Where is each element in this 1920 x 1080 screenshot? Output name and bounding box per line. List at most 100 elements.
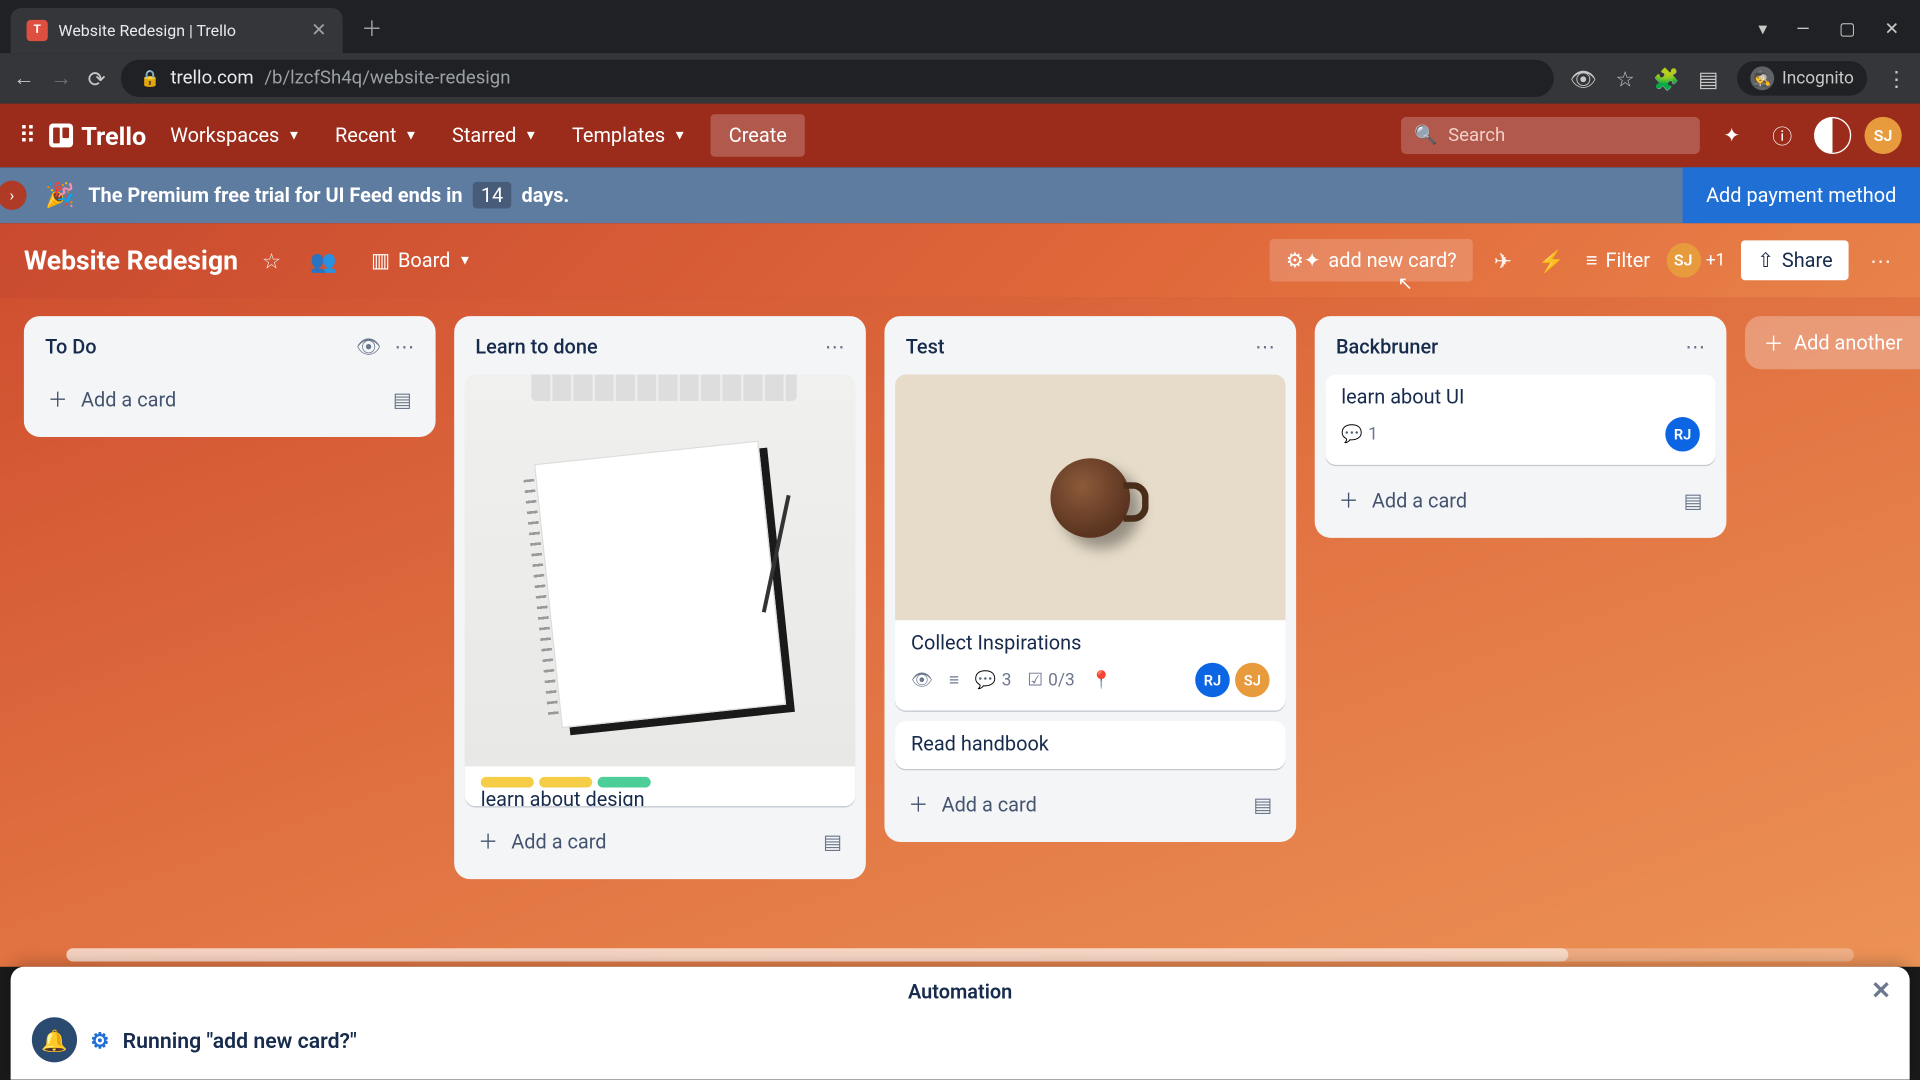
lock-icon: 🔒 <box>140 69 160 88</box>
search-input[interactable]: 🔍Search <box>1401 117 1700 154</box>
minimize-icon[interactable]: — <box>1796 20 1809 40</box>
window-controls: ▾ — ▢ ✕ <box>1758 20 1920 53</box>
card-cover <box>465 374 855 766</box>
rocket-icon[interactable]: ✈ <box>1489 242 1517 278</box>
board-canvas[interactable]: To Do 👁 ⋯ ＋Add a card▤ Learn to done ⋯ lear… <box>0 297 1920 966</box>
list-menu-icon[interactable]: ⋯ <box>394 335 414 359</box>
menu-recent[interactable]: Recent▼ <box>324 116 428 156</box>
list-menu-icon[interactable]: ⋯ <box>1685 335 1705 359</box>
gear-icon: ⚙ <box>90 1027 109 1052</box>
location-icon: 📍 <box>1091 670 1112 690</box>
close-tab-icon[interactable]: ✕ <box>311 20 327 41</box>
list-menu-icon[interactable]: ⋯ <box>825 335 845 359</box>
card[interactable]: learn about design <box>465 374 855 806</box>
member-avatar: SJ <box>1666 243 1701 278</box>
back-icon[interactable]: ← <box>13 65 34 92</box>
bolt-icon[interactable]: ⚡ <box>1533 242 1570 278</box>
add-list-button[interactable]: ＋Add another <box>1745 316 1920 369</box>
incognito-badge[interactable]: 🕵Incognito <box>1737 61 1867 96</box>
filter-button[interactable]: ≡Filter <box>1586 248 1650 272</box>
menu-workspaces[interactable]: Workspaces▼ <box>160 116 312 156</box>
close-icon[interactable]: ✕ <box>1871 977 1891 1005</box>
board-view-switcher[interactable]: ▥Board▼ <box>361 242 483 279</box>
chevron-down-icon: ▼ <box>287 128 300 143</box>
filter-icon: ≡ <box>1586 248 1598 272</box>
add-card-button[interactable]: ＋Add a card▤ <box>35 374 425 423</box>
template-icon[interactable]: ▤ <box>1253 792 1272 816</box>
automation-add-card-button[interactable]: ⚙✦ add new card? ↖ <box>1270 239 1473 281</box>
label-icon[interactable] <box>598 777 651 788</box>
card[interactable]: Collect Inspirations 👁 ≡ 💬 3 ☑ 0/3 📍 RJ … <box>895 374 1285 710</box>
butler-icon: 🔔 <box>32 1017 77 1062</box>
watch-icon[interactable]: 👁 <box>356 335 381 359</box>
list-title[interactable]: Test <box>906 335 945 359</box>
party-icon: 🎉 <box>45 181 75 209</box>
apps-grid-icon[interactable]: ⠿ <box>19 122 37 150</box>
user-avatar[interactable]: SJ <box>1865 117 1902 154</box>
trello-logo[interactable]: Trello <box>49 120 146 151</box>
trello-logo-icon <box>49 124 73 148</box>
forward-icon[interactable]: → <box>50 65 71 92</box>
extensions-icon[interactable]: 🧩 <box>1653 66 1679 91</box>
side-panel-icon[interactable]: ▤ <box>1698 66 1718 91</box>
url-field[interactable]: 🔒 trello.com/b/lzcfSh4q/website-redesign <box>121 60 1554 97</box>
trello-favicon: T <box>27 20 48 41</box>
list-test: Test ⋯ Collect Inspirations 👁 ≡ 💬 3 ☑ 0/3… <box>884 316 1296 842</box>
plus-icon: ＋ <box>1764 329 1784 357</box>
kebab-menu-icon[interactable]: ⋮ <box>1886 66 1907 91</box>
create-button[interactable]: Create <box>710 114 805 156</box>
member-avatar[interactable]: RJ <box>1195 663 1230 698</box>
chevron-down-icon[interactable]: ▾ <box>1758 20 1767 40</box>
reload-icon[interactable]: ⟳ <box>88 66 106 91</box>
template-icon[interactable]: ▤ <box>823 829 842 853</box>
menu-templates[interactable]: Templates▼ <box>561 116 697 156</box>
browser-address-bar: ← → ⟳ 🔒 trello.com/b/lzcfSh4q/website-re… <box>0 53 1920 103</box>
share-icon: ⇧ <box>1757 248 1774 272</box>
mouse-cursor-icon: ↖ <box>1397 274 1413 295</box>
star-icon[interactable]: ☆ <box>1615 66 1634 91</box>
help-icon[interactable]: ⓘ <box>1764 117 1801 154</box>
card[interactable]: Read handbook <box>895 721 1285 769</box>
board-members[interactable]: SJ+1 <box>1666 243 1725 278</box>
board-title[interactable]: Website Redesign <box>24 244 238 276</box>
trello-topbar: ⠿ Trello Workspaces▼ Recent▼ Starred▼ Te… <box>0 104 1920 168</box>
add-card-button[interactable]: ＋Add a card▤ <box>1325 475 1715 524</box>
browser-tab[interactable]: T Website Redesign | Trello ✕ <box>11 8 343 53</box>
star-board-icon[interactable]: ☆ <box>257 242 287 278</box>
label-icon[interactable] <box>539 777 592 788</box>
list-menu-icon[interactable]: ⋯ <box>1255 335 1275 359</box>
expand-sidebar-button[interactable]: › <box>0 181 27 210</box>
template-icon[interactable]: ▤ <box>1684 488 1703 512</box>
list-backbruner: Backbruner ⋯ learn about UI 💬 1 RJ ＋Add a… <box>1315 316 1727 538</box>
comments-badge: 💬 3 <box>975 670 1012 690</box>
share-button[interactable]: ⇧Share <box>1741 240 1848 280</box>
add-card-button[interactable]: ＋Add a card▤ <box>465 817 855 866</box>
list-title[interactable]: Learn to done <box>475 335 597 359</box>
list-learn-to-done: Learn to done ⋯ learn about design ＋Add a… <box>454 316 866 879</box>
template-icon[interactable]: ▤ <box>393 387 412 411</box>
member-avatar[interactable]: SJ <box>1235 663 1270 698</box>
member-avatar[interactable]: RJ <box>1665 417 1700 452</box>
add-payment-button[interactable]: Add payment method <box>1682 167 1920 223</box>
card-title: learn about UI <box>1341 385 1700 409</box>
eye-off-icon[interactable]: 👁︎ <box>1570 66 1597 91</box>
close-window-icon[interactable]: ✕ <box>1885 20 1899 40</box>
horizontal-scrollbar[interactable] <box>66 948 1853 961</box>
new-tab-button[interactable]: ＋ <box>361 11 382 43</box>
menu-starred[interactable]: Starred▼ <box>441 116 548 156</box>
board-header: Website Redesign ☆ 👥 ▥Board▼ ⚙✦ add new … <box>0 223 1920 297</box>
plus-icon: ＋ <box>48 385 68 413</box>
url-path: /b/lzcfSh4q/website-redesign <box>264 68 510 89</box>
compass-icon[interactable]: ✦ <box>1713 117 1750 154</box>
label-icon[interactable] <box>481 777 534 788</box>
automation-title: Automation <box>908 980 1012 1004</box>
scrollbar-thumb[interactable] <box>66 948 1567 961</box>
add-card-button[interactable]: ＋Add a card▤ <box>895 780 1285 829</box>
board-menu-icon[interactable]: ⋯ <box>1865 242 1897 278</box>
card[interactable]: learn about UI 💬 1 RJ <box>1325 374 1715 464</box>
list-title[interactable]: To Do <box>45 335 96 359</box>
maximize-icon[interactable]: ▢ <box>1839 20 1855 40</box>
visibility-icon[interactable]: 👥 <box>305 242 342 278</box>
theme-toggle-icon[interactable] <box>1814 117 1851 154</box>
list-title[interactable]: Backbruner <box>1336 335 1438 359</box>
